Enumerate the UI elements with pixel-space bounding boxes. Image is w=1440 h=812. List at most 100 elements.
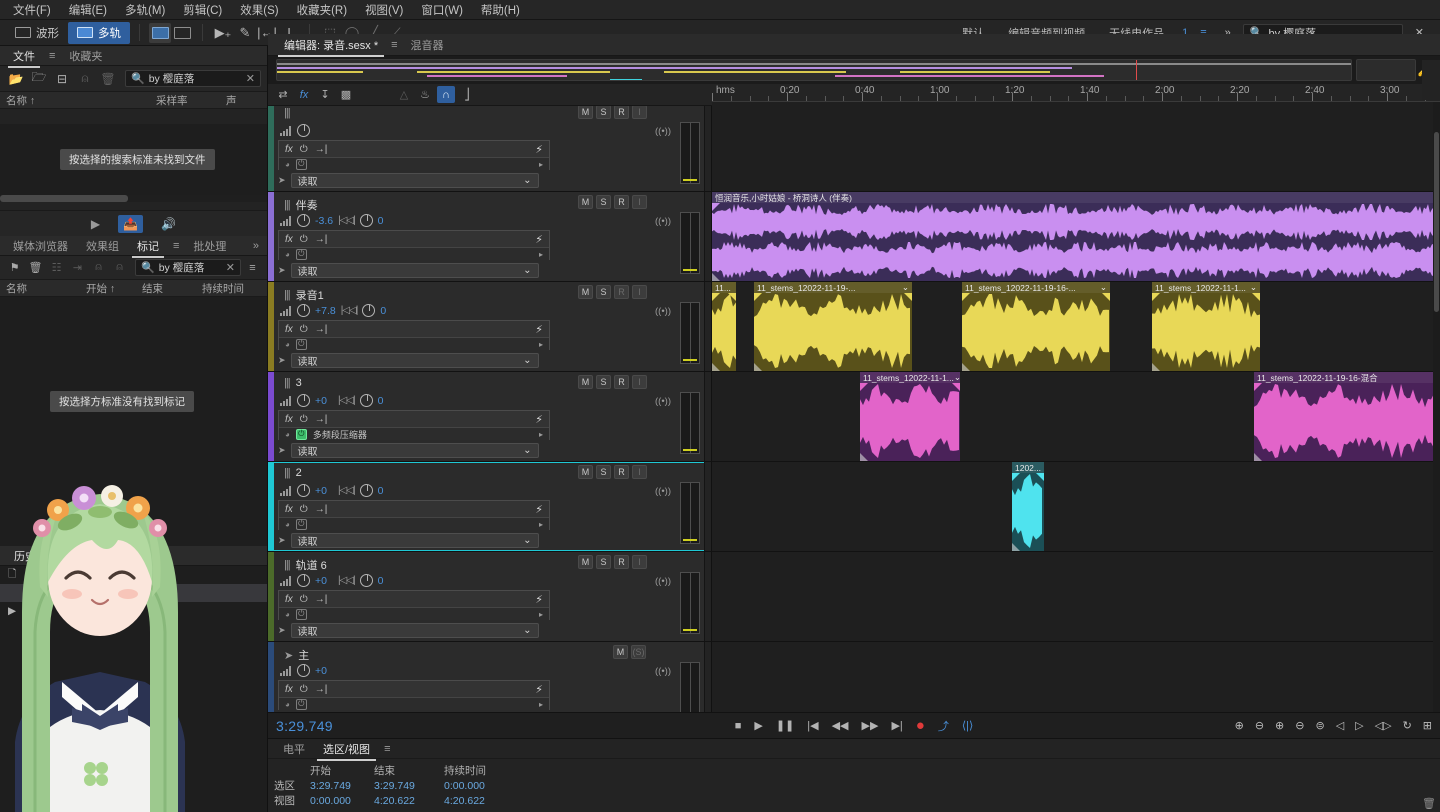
waveform-mode-button[interactable]: 波形 — [6, 22, 68, 44]
effect-power-button[interactable]: ⏻ — [295, 698, 307, 710]
sends-icon[interactable]: →| — [315, 414, 328, 425]
skip-end-button[interactable]: ▶| — [891, 719, 902, 732]
track-row[interactable]: ||| 伴奏 M S R I -3.6 |◁◁| 0 ((•)) fx ⏻ →|… — [268, 192, 1440, 282]
rewind-button[interactable]: ◀◀ — [832, 719, 849, 732]
audio-clip[interactable]: 11_stems_12022-11-1... ⌄ — [860, 372, 960, 461]
track-arm-record-button[interactable]: R — [614, 465, 629, 479]
list-item[interactable]: 🗋 — [0, 566, 267, 584]
effect-name[interactable]: 多频段压缩器 — [313, 428, 367, 441]
track-output-icon[interactable]: ((•)) — [655, 306, 671, 317]
bolt-icon[interactable]: ⚡ — [535, 593, 543, 606]
track-resize-handle[interactable] — [704, 102, 711, 191]
menu-item-effects[interactable]: 效果(S) — [231, 0, 287, 20]
clip-header[interactable]: 11... — [712, 282, 736, 293]
track-lane[interactable] — [712, 552, 1440, 641]
audio-clip[interactable]: 1202... — [1012, 462, 1044, 551]
tab-selection-view[interactable]: 选区/视图 — [314, 738, 379, 761]
tab-media-browser[interactable]: 媒体浏览器 — [4, 235, 77, 257]
add-marker-icon[interactable]: ⚑ — [5, 259, 24, 276]
record-button[interactable]: ● — [916, 717, 925, 734]
chevron-right-icon[interactable]: ➤ — [278, 535, 286, 546]
track-name-field[interactable]: ||| 轨道 6 — [284, 557, 327, 573]
track-resize-handle[interactable] — [704, 462, 711, 551]
track-lane[interactable]: 11_stems_12022-11-1... ⌄ 11_stems_12022-… — [712, 372, 1440, 461]
track-color-strip[interactable] — [268, 192, 274, 281]
tab-effects-rack[interactable]: 效果组 — [77, 235, 128, 257]
bolt-icon[interactable]: ⚡ — [535, 413, 543, 426]
sends-icon[interactable]: →| — [315, 594, 328, 605]
track-lane[interactable]: 1202... — [712, 462, 1440, 551]
bolt-icon[interactable]: ⚡ — [535, 323, 543, 336]
fx-icon[interactable]: fx — [285, 234, 293, 245]
bolt-icon[interactable]: ⚡ — [535, 503, 543, 516]
clip-header[interactable]: 11_stems_12022-11-19-... ⌄ — [754, 282, 912, 293]
zoom-out-amplitude-icon[interactable]: ⊖ — [1295, 719, 1304, 732]
track-effects-rack[interactable]: fx ⏻ →| ⚡ ◕ ⏻ ▸ — [278, 320, 550, 350]
chevron-right-icon[interactable]: ➤ — [278, 355, 286, 366]
export-button[interactable]: ⤴ — [938, 718, 949, 734]
fx-icon[interactable]: fx — [285, 504, 293, 515]
track-effects-rack[interactable]: fx ⏻ →| ⚡ ◕ ⏻ ▸ — [278, 230, 550, 260]
track-pan-knob[interactable] — [359, 574, 373, 587]
track-arm-record-button[interactable]: R — [614, 555, 629, 569]
tab-favorites[interactable]: 收藏夹 — [60, 45, 111, 67]
track-input-monitor-button[interactable]: I — [632, 465, 647, 479]
track-row[interactable]: ||| M S R I ((•)) fx ⏻ →| ⚡ ◕ ⏻ ▸ ➤ 读取 ⌄ — [268, 102, 1440, 192]
clip-header[interactable]: 恒润音乐,小时姑娘 - 桥洞诗人 (伴奏) 声像 — [712, 192, 1440, 203]
track-volume-value[interactable]: +0 — [315, 395, 333, 407]
markers-panel-more-icon[interactable]: » — [248, 240, 267, 252]
marker-list-options-icon[interactable]: ≡ — [243, 259, 262, 276]
track-volume-knob[interactable] — [297, 304, 310, 317]
track-row[interactable]: ||| 3 M S R I +0 |◁◁| 0 ((•)) fx ⏻ →| ⚡ … — [268, 372, 1440, 462]
navigator-extra-region[interactable] — [1356, 59, 1416, 81]
multitrack-mode-button[interactable]: 多轨 — [68, 21, 130, 44]
track-effects-rack[interactable]: fx ⏻ →| ⚡ ◕ ⏻ 多频段压缩器 ▸ — [278, 410, 550, 440]
editor-menu-icon[interactable]: ≡ — [386, 39, 402, 51]
clip-menu-icon[interactable]: ⌄ — [1100, 282, 1107, 293]
effect-power-button[interactable]: ⏻ — [295, 248, 307, 260]
track-volume-value[interactable]: +0 — [315, 575, 333, 587]
track-volume-knob[interactable] — [297, 574, 310, 587]
audio-clip[interactable]: 11... — [712, 282, 736, 371]
markers-panel-menu-icon[interactable]: ≡ — [168, 240, 184, 252]
clip-menu-icon[interactable]: ⌄ — [902, 282, 909, 293]
column-marker-end[interactable]: 结束 — [136, 281, 196, 296]
track-resize-handle[interactable] — [704, 192, 711, 281]
merge-markers-icon[interactable]: ☷ — [47, 259, 66, 276]
eq-icon[interactable]: ▩ — [337, 86, 355, 103]
power-icon[interactable]: ⏻ — [300, 684, 308, 695]
automation-mode-select[interactable]: 读取 ⌄ — [290, 533, 539, 548]
track-solo-button[interactable]: S — [596, 555, 611, 569]
move-tool-icon[interactable]: ▶₊ — [212, 23, 234, 43]
track-effects-rack[interactable]: fx ⏻ →| ⚡ ◕ ⏻ ▸ — [278, 680, 550, 710]
export-ranges-icon[interactable]: ⍝ — [110, 259, 129, 276]
spectral-pitch-icon[interactable] — [171, 23, 193, 43]
track-effects-rack[interactable]: fx ⏻ →| ⚡ ◕ ⏻ ▸ — [278, 140, 550, 170]
files-search-box[interactable]: 🔍 ✕ — [125, 70, 261, 87]
track-name-field[interactable]: ||| — [284, 107, 296, 119]
track-arm-record-button[interactable]: R — [614, 105, 629, 119]
track-mute-button[interactable]: M — [578, 105, 593, 119]
track-volume-knob[interactable] — [297, 124, 310, 137]
track-effects-rack[interactable]: fx ⏻ →| ⚡ ◕ ⏻ ▸ — [278, 500, 550, 530]
effect-power-button[interactable]: ⏻ — [295, 338, 307, 350]
navigator-playhead[interactable] — [1136, 60, 1138, 80]
selection-duration-value[interactable]: 0:00.000 — [444, 780, 524, 792]
sends-icon[interactable]: →| — [315, 504, 328, 515]
fx-icon[interactable]: fx — [285, 324, 293, 335]
tracks-vscroll-thumb[interactable] — [1434, 132, 1439, 312]
chevron-right-icon[interactable]: ➤ — [278, 445, 286, 456]
audio-clip[interactable]: 11_stems_12022-11-1... ⌄ — [1152, 282, 1260, 371]
loop-play-icon[interactable]: 🔊 — [161, 217, 176, 231]
track-color-strip[interactable] — [268, 462, 274, 551]
track-output-icon[interactable]: ((•)) — [655, 666, 671, 677]
power-icon[interactable]: ⏻ — [300, 594, 308, 605]
send-icon[interactable]: ↧ — [316, 86, 334, 103]
track-solo-button[interactable]: S — [596, 285, 611, 299]
track-pan-knob[interactable] — [362, 304, 376, 317]
track-lane[interactable]: 11... 11_stems_12022-11-19-... ⌄ 11_stem… — [712, 282, 1440, 371]
files-hscrollbar[interactable] — [0, 195, 267, 202]
view-end-value[interactable]: 4:20.622 — [374, 795, 444, 807]
track-row[interactable]: ➤ 主 M (S) +0 ((•)) fx ⏻ →| ⚡ ◕ ⏻ ▸ — [268, 642, 1440, 714]
automation-mode-select[interactable]: 读取 ⌄ — [290, 173, 539, 188]
